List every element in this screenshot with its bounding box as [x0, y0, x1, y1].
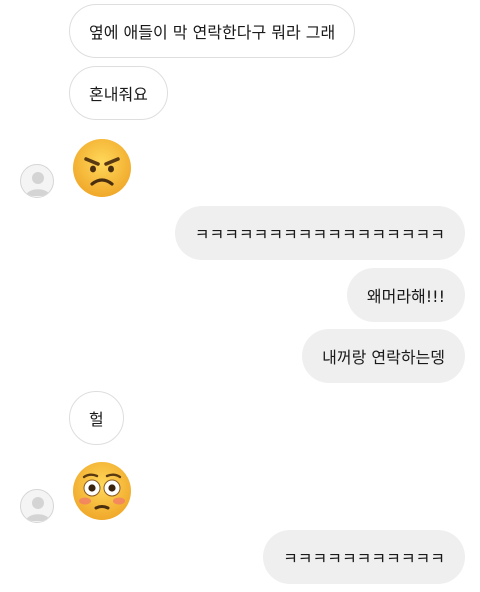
avatar[interactable]	[20, 489, 54, 523]
flushed-face-icon[interactable]	[72, 461, 132, 521]
angry-face-icon[interactable]	[72, 138, 132, 198]
chat-thread: 옆에 애들이 막 연락한다구 뭐라 그래 혼내줘요 ㅋㅋㅋㅋㅋㅋㅋㅋㅋㅋㅋㅋㅋㅋ…	[0, 0, 480, 592]
incoming-message[interactable]: 옆에 애들이 막 연락한다구 뭐라 그래	[69, 4, 356, 58]
default-avatar-icon	[26, 497, 50, 521]
outgoing-message[interactable]: 내꺼랑 연락하는뎅	[302, 329, 465, 383]
outgoing-message[interactable]: 왜머라해!!!	[346, 268, 465, 322]
default-avatar-icon	[26, 172, 50, 196]
incoming-message[interactable]: 헐	[69, 391, 124, 445]
outgoing-message[interactable]: ㅋㅋㅋㅋㅋㅋㅋㅋㅋㅋㅋ	[263, 530, 465, 584]
avatar[interactable]	[20, 164, 54, 198]
incoming-message[interactable]: 혼내줘요	[69, 66, 168, 120]
outgoing-message[interactable]: ㅋㅋㅋㅋㅋㅋㅋㅋㅋㅋㅋㅋㅋㅋㅋㅋㅋ	[174, 206, 465, 260]
